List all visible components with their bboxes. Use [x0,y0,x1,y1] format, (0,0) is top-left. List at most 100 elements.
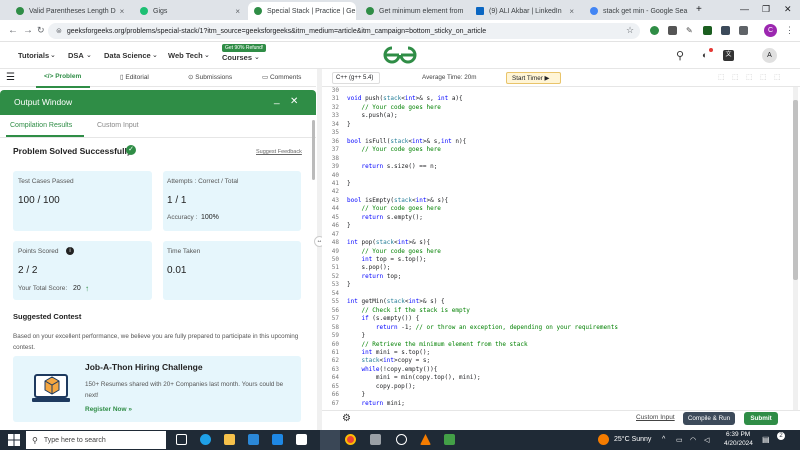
browser-tab-4[interactable]: Get minimum element from × [360,2,468,20]
clock-date[interactable]: 4/20/2024 [724,440,753,447]
gfg-logo-icon[interactable] [382,46,418,64]
extension-icon[interactable] [668,26,677,35]
browser-tab-6[interactable]: stack get min - Google Sea × [584,2,692,20]
code-line[interactable]: } [347,222,351,230]
browser-tab-2[interactable]: Gigs × [134,2,246,20]
editor-action-icon[interactable]: ⬚ [760,73,767,81]
code-line[interactable]: // Check if the stack is empty [347,307,469,315]
user-avatar[interactable]: A [762,48,777,63]
extension-icon[interactable] [650,26,659,35]
theme-toggle-icon[interactable]: ◐ [702,50,707,60]
notification-icon[interactable]: ▤ [762,435,770,444]
nav-data-science[interactable]: Data Science [104,51,151,60]
editor-action-icon[interactable]: ⬚ [746,73,753,81]
profile-avatar[interactable]: C [764,24,777,37]
minimize-output-button[interactable]: _ [274,94,280,105]
editor-action-icon[interactable]: ⬚ [732,73,739,81]
nav-dsa[interactable]: DSA [68,51,84,60]
windows-start-icon[interactable] [8,434,20,446]
code-line[interactable]: return mini; [347,400,404,408]
compile-run-button[interactable]: Compile & Run [683,412,735,425]
tab-editorial[interactable]: ▯ Editorial [120,73,149,81]
code-line[interactable]: } [347,180,351,188]
tab-compilation-results[interactable]: Compilation Results [10,122,72,129]
maximize-button[interactable]: ❐ [762,4,770,15]
settings-gear-icon[interactable]: ⚙ [342,413,351,424]
code-line[interactable]: s.push(a); [347,112,397,120]
code-line[interactable]: return top; [347,273,401,281]
reload-icon[interactable]: ↻ [37,25,45,36]
app-icon[interactable] [296,434,307,445]
extensions-puzzle-icon[interactable] [739,26,748,35]
browser-tab-1[interactable]: Valid Parentheses Length D × [10,2,128,20]
editor-action-icon[interactable]: ⬚ [718,73,725,81]
tab-custom-input[interactable]: Custom Input [97,122,139,129]
search-icon[interactable]: ⚲ [676,49,684,62]
tab-problem[interactable]: </> Problem [44,73,81,80]
editor-scrollbar-thumb[interactable] [793,100,798,280]
editor-action-icon[interactable]: ⬚ [774,73,781,81]
site-info-icon[interactable]: ⊜ [56,27,62,35]
new-tab-button[interactable]: + [696,4,702,15]
code-line[interactable]: mini = min(copy.top(), mini); [347,374,481,382]
vscode-icon[interactable] [272,434,283,445]
task-view-icon[interactable] [176,434,187,445]
clock-time[interactable]: 6:39 PM [726,431,750,438]
tab-comments[interactable]: ▭ Comments [262,73,301,81]
bookmark-star-icon[interactable]: ☆ [626,25,634,36]
start-timer-button[interactable]: Start Timer ▶ [506,72,561,84]
code-line[interactable]: int top = s.top(); [347,256,426,264]
volume-icon[interactable]: ◁ [704,436,709,444]
edge-browser-icon[interactable] [200,434,211,445]
info-icon[interactable]: i [66,247,74,255]
suggest-feedback-link[interactable]: Suggest Feedback [256,149,302,155]
tab-submissions[interactable]: ⊙ Submissions [188,73,232,81]
camera-extension-icon[interactable] [721,26,730,35]
app-icon[interactable] [444,434,455,445]
url-text[interactable]: geeksforgeeks.org/problems/special-stack… [67,28,486,35]
code-line[interactable]: // Your code goes here [347,104,440,112]
forward-arrow-icon[interactable]: → [23,25,33,36]
code-line[interactable]: return -1; // or throw an exception, dep… [347,324,618,332]
weather-sun-icon[interactable] [598,434,609,445]
code-line[interactable]: s.pop(); [347,264,390,272]
code-line[interactable]: } [347,332,365,340]
taskbar-search-box[interactable]: ⚲ Type here to search [26,431,166,449]
close-output-button[interactable]: ✕ [290,96,298,107]
translate-icon[interactable]: 文 [723,50,734,61]
minimize-button[interactable]: — [740,4,749,14]
close-window-button[interactable]: ✕ [784,4,792,15]
custom-input-link[interactable]: Custom Input [636,414,675,421]
weather-text[interactable]: 25°C Sunny [614,436,651,443]
browser-tab-3-active[interactable]: Special Stack | Practice | Ge × [248,2,356,20]
refund-badge[interactable]: Get 90% Refund! [222,44,267,52]
close-icon[interactable]: × [355,7,356,16]
code-line[interactable]: copy.pop(); [347,383,416,391]
store-icon[interactable] [248,434,259,445]
code-line[interactable]: // Retrieve the minimum element from the… [347,341,527,349]
code-line[interactable]: if (s.empty()) { [347,315,419,323]
code-line[interactable]: int getMin(stack<int>& s) { [347,298,445,306]
code-line[interactable]: bool isFull(stack<int>& s,int n){ [347,138,466,146]
code-line[interactable]: stack<int>copy = s; [347,357,430,365]
code-line[interactable]: // Your code goes here [347,146,440,154]
code-line[interactable]: void push(stack<int>& s, int a){ [347,95,463,103]
code-line[interactable]: int mini = s.top(); [347,349,430,357]
code-editor[interactable]: void push(stack<int>& s, int a){ // Your… [322,87,792,410]
code-line[interactable]: } [347,281,351,289]
nav-web-tech[interactable]: Web Tech [168,51,203,60]
submit-button[interactable]: Submit [744,412,778,425]
register-now-link[interactable]: Register Now » [85,406,132,413]
hamburger-menu-icon[interactable]: ☰ [6,72,15,83]
close-icon[interactable]: × [116,7,125,16]
code-line[interactable]: bool isEmpty(stack<int>& s){ [347,197,448,205]
output-scrollbar[interactable] [312,120,315,180]
code-line[interactable]: } [347,121,351,129]
pen-extension-icon[interactable]: ✎ [686,26,693,35]
tray-chevron-icon[interactable]: ^ [662,436,665,443]
code-line[interactable]: // Your code goes here [347,205,440,213]
nav-tutorials[interactable]: Tutorials [18,51,49,60]
nav-courses[interactable]: Courses [222,53,252,62]
close-icon[interactable]: × [231,7,240,16]
extension-icon[interactable] [703,26,712,35]
